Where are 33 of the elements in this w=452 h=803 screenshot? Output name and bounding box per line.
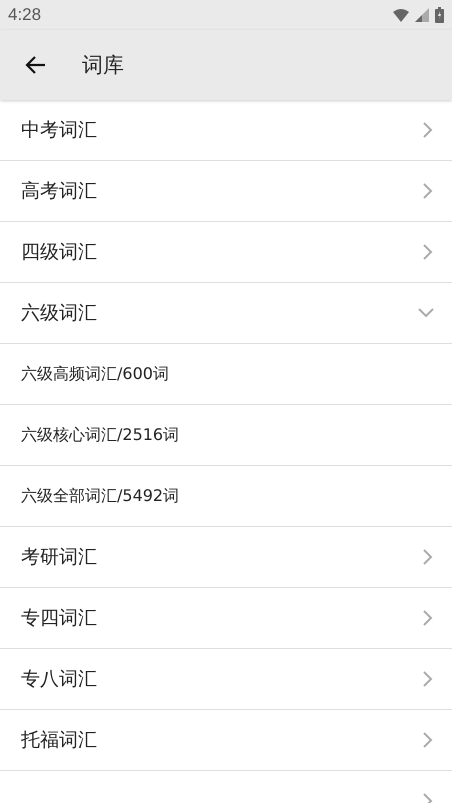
toolbar-title: 词库 bbox=[82, 52, 124, 79]
wifi-icon bbox=[393, 8, 409, 22]
category-label: 六级词汇 bbox=[21, 301, 97, 326]
back-arrow-icon bbox=[24, 55, 46, 75]
category-label: 四级词汇 bbox=[21, 240, 97, 265]
category-label: 考研词汇 bbox=[21, 545, 97, 570]
category-row[interactable]: 高考词汇 bbox=[0, 161, 452, 222]
chevron-down-icon bbox=[418, 307, 434, 319]
chevron-right-icon bbox=[422, 732, 434, 748]
category-row[interactable]: 考研词汇 bbox=[0, 527, 452, 588]
chevron-right-icon bbox=[422, 671, 434, 687]
category-label: 高考词汇 bbox=[21, 179, 97, 204]
chevron-right-icon bbox=[422, 610, 434, 626]
category-row[interactable]: 专四词汇 bbox=[0, 588, 452, 649]
wordlist-item[interactable]: 六级核心词汇/2516词 bbox=[21, 424, 180, 446]
category-label: 专八词汇 bbox=[21, 667, 97, 692]
category-row[interactable]: 中考词汇 bbox=[0, 100, 452, 161]
chevron-right-icon bbox=[422, 183, 434, 199]
status-time: 4:28 bbox=[8, 5, 42, 25]
chevron-right-icon bbox=[422, 122, 434, 138]
battery-icon bbox=[435, 7, 444, 23]
category-row[interactable]: 六级词汇 bbox=[0, 283, 452, 344]
wordlist-item[interactable]: 六级高频词汇/600词 bbox=[21, 364, 169, 384]
category-row[interactable]: 托福词汇 bbox=[0, 710, 452, 771]
signal-icon bbox=[415, 8, 429, 22]
chevron-right-icon bbox=[422, 549, 434, 565]
category-row[interactable]: 四级词汇 bbox=[0, 222, 452, 283]
wordlist-item[interactable]: 六级全部词汇/5492词 bbox=[21, 486, 180, 506]
category-label: 托福词汇 bbox=[21, 728, 97, 753]
category-label: 专四词汇 bbox=[21, 606, 97, 631]
category-row[interactable]: 专八词汇 bbox=[0, 649, 452, 710]
category-label: 中考词汇 bbox=[21, 118, 97, 143]
chevron-right-icon bbox=[422, 244, 434, 260]
